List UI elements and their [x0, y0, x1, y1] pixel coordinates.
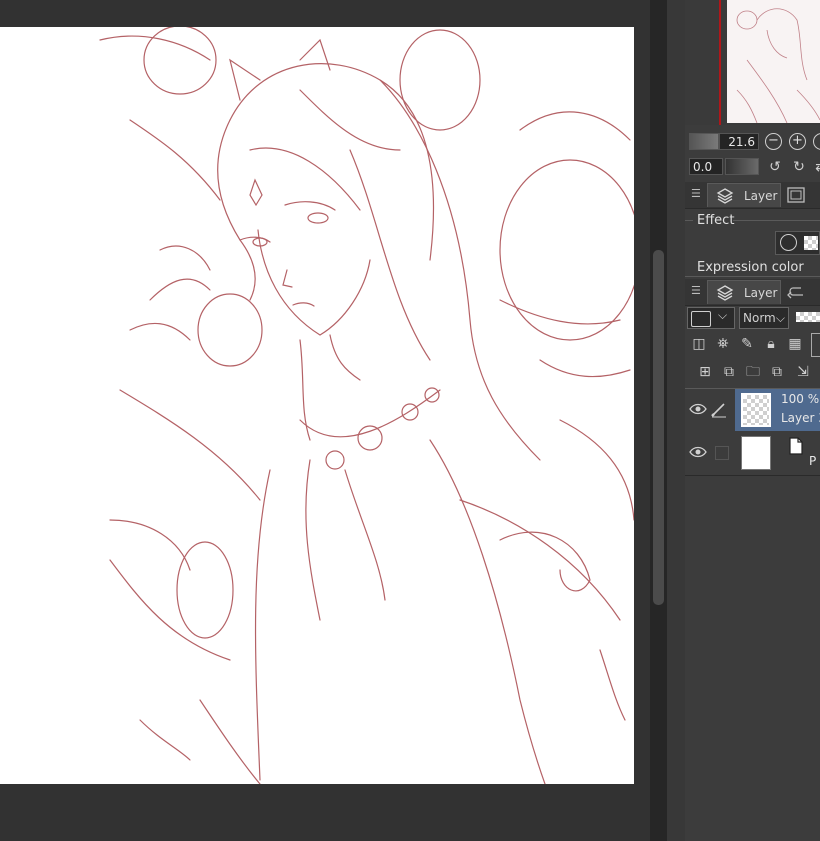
effect-divider-left — [685, 220, 693, 221]
layer-tabbar: ☰ Layer — [685, 279, 820, 306]
sketch-artwork — [99, 27, 634, 784]
paper-icon — [789, 437, 803, 455]
opacity-slider[interactable] — [796, 312, 820, 322]
clip-icon[interactable]: ◫ — [689, 334, 709, 354]
navigator-thumbnail[interactable] — [727, 0, 820, 123]
paper-layer-thumbnail — [741, 436, 771, 470]
layer-row[interactable]: P — [685, 432, 820, 474]
history-icon[interactable] — [785, 283, 809, 301]
brush-size-row: 21.6 − + — [685, 132, 820, 152]
canvas-workspace[interactable] — [0, 0, 650, 841]
layer-list-empty-area — [685, 476, 820, 841]
rotate-left-icon[interactable]: ↺ — [765, 157, 785, 177]
tab-label: Layer — [744, 286, 778, 300]
effect-button-group — [775, 231, 820, 255]
brush-size-slider[interactable] — [689, 133, 719, 150]
layers-icon — [716, 285, 734, 301]
property-tabbar: ☰ Layer — [685, 182, 820, 209]
new-raster-layer-icon[interactable]: ⊞ — [695, 362, 715, 382]
merge-down-icon[interactable]: ⇲ — [793, 362, 813, 382]
zoom-out-icon[interactable]: − — [765, 133, 782, 150]
draft-icon[interactable]: ✎ — [737, 334, 757, 354]
expression-color-title: Expression color — [697, 260, 804, 275]
eye-icon[interactable] — [689, 402, 707, 416]
color-swatch — [691, 311, 711, 327]
navigator-frame — [719, 0, 721, 125]
reference-icon[interactable]: ⛯ — [713, 334, 733, 354]
brush-size-value[interactable]: 21.6 — [719, 133, 759, 150]
rotation-value[interactable]: 0.0 — [689, 158, 723, 175]
expression-divider — [685, 276, 820, 277]
drawing-canvas[interactable] — [0, 27, 634, 784]
panel-splitter[interactable] — [667, 0, 685, 841]
blend-mode-value: Norm — [743, 311, 776, 325]
layer-thumbnail — [741, 393, 771, 427]
thumbnail-sketch — [736, 8, 820, 123]
lock-toggle[interactable] — [715, 446, 729, 460]
tab-layer[interactable]: Layer — [707, 280, 781, 304]
effect-watercolor-icon[interactable] — [804, 236, 818, 250]
layer-row[interactable]: 100 % Layer 3 — [685, 389, 820, 431]
tab-label: Layer — [744, 189, 778, 203]
zoom-in-icon[interactable]: + — [789, 133, 806, 150]
effect-none-icon[interactable] — [780, 234, 797, 251]
mask-toggle[interactable] — [811, 333, 820, 357]
copy-layer-icon[interactable]: ⧉ — [767, 362, 787, 382]
tab-layer-property[interactable]: Layer — [707, 183, 781, 207]
rotate-right-icon[interactable]: ↻ — [789, 157, 809, 177]
layer-panel-menu-icon[interactable]: ☰ — [691, 285, 701, 297]
zoom-fit-icon[interactable] — [813, 133, 820, 150]
layer-color-select[interactable]: ⌵ — [687, 307, 735, 329]
new-vector-layer-icon[interactable]: ⧉ — [719, 362, 739, 382]
panel-menu-icon[interactable]: ☰ — [691, 188, 701, 200]
chevron-down-icon: ⌵ — [775, 311, 785, 325]
rotation-row: 0.0 ↺ ↻ ⇄ — [685, 157, 820, 177]
scrollbar-thumb[interactable] — [653, 250, 664, 605]
rotation-slider[interactable] — [725, 158, 759, 175]
lock-icon[interactable]: 🔒︎ — [761, 334, 781, 354]
chevron-down-icon: ⌵ — [718, 308, 728, 322]
right-panel: 21.6 − + 0.0 ↺ ↻ ⇄ ☰ Layer Effect — [685, 0, 820, 841]
blend-mode-select[interactable]: Norm ⌵ — [739, 307, 789, 329]
flip-icon[interactable]: ⇄ — [811, 157, 820, 177]
eye-icon[interactable] — [689, 445, 707, 459]
layer-opacity: 100 % — [781, 392, 820, 406]
effect-title: Effect — [697, 213, 735, 228]
canvas-scrollbar[interactable] — [650, 0, 667, 841]
pen-icon[interactable] — [709, 399, 729, 419]
layer-name[interactable]: P — [809, 454, 816, 468]
effect-divider-right — [733, 220, 820, 221]
layers-icon — [716, 188, 734, 204]
new-folder-icon[interactable]: 🗀 — [743, 362, 763, 382]
lock-transparency-icon[interactable]: ▦ — [785, 334, 805, 354]
layer-search-icon[interactable] — [785, 186, 809, 204]
navigator-panel[interactable] — [685, 0, 820, 125]
layer-name[interactable]: Layer 3 — [781, 411, 820, 425]
